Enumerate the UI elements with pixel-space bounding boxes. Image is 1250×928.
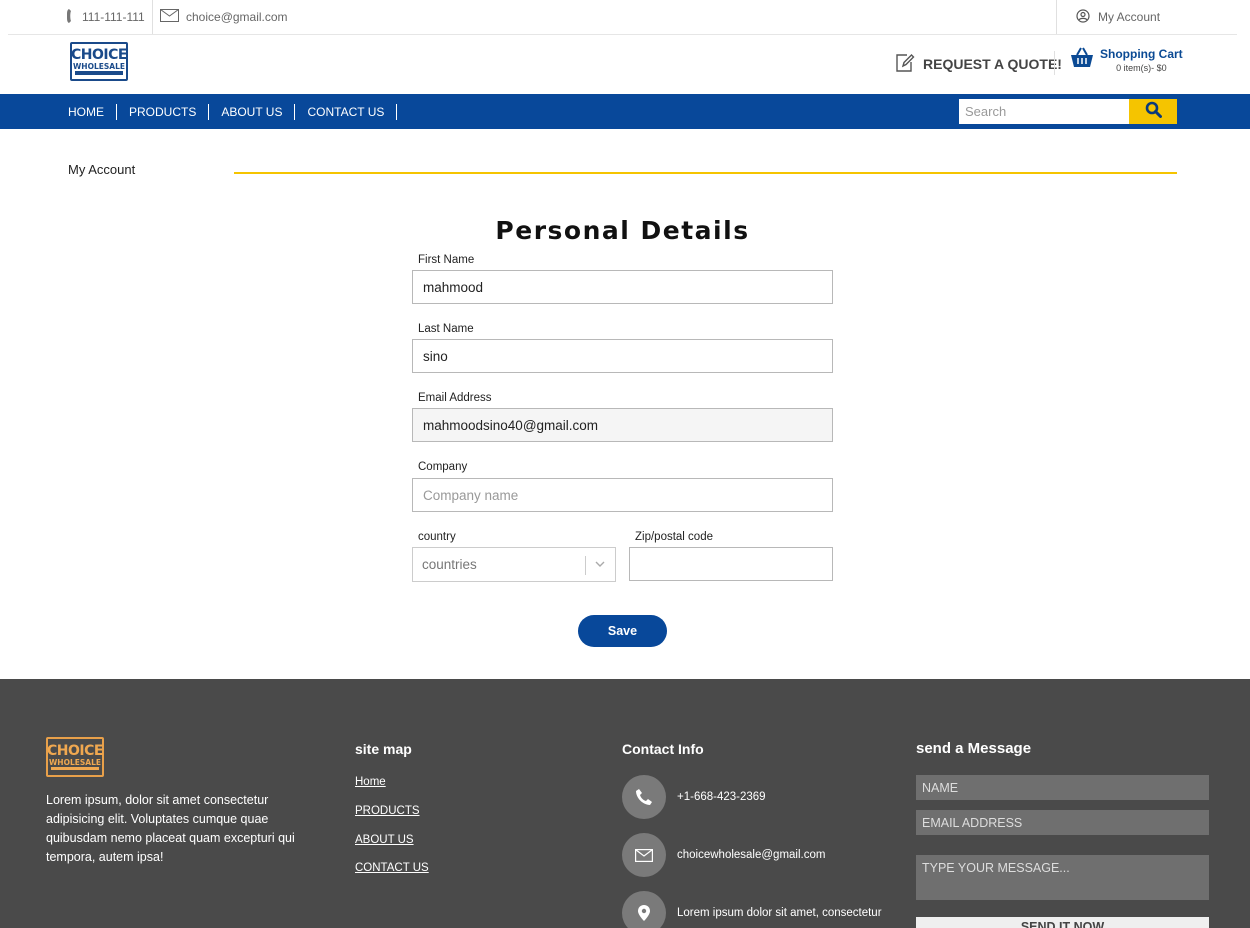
nav-home[interactable]: HOME — [68, 103, 117, 120]
top-bar: 111-111-111 choice@gmail.com My Account — [8, 0, 1237, 35]
send-message-heading: send a Message — [916, 740, 1032, 757]
footer: CHOICE WHOLESALE Lorem ipsum, dolor sit … — [0, 679, 1250, 928]
cart-summary: 0 item(s)- $0 — [1116, 63, 1167, 73]
zip-label: Zip/postal code — [635, 531, 713, 543]
logo-subtext: WHOLESALE — [73, 61, 125, 71]
breadcrumb: My Account — [68, 162, 136, 177]
phone-icon — [66, 8, 76, 27]
footer-logo-text: CHOICE — [47, 742, 103, 759]
last-name-field[interactable]: sino — [412, 339, 833, 373]
search-button[interactable] — [1129, 99, 1177, 124]
request-quote-label: REQUEST A QUOTE! — [923, 56, 1062, 72]
map-pin-icon — [622, 891, 666, 928]
first-name-label: First Name — [418, 254, 475, 266]
breadcrumb-divider — [234, 172, 1177, 174]
basket-icon — [1070, 47, 1094, 74]
request-quote-link[interactable]: REQUEST A QUOTE! — [895, 52, 1062, 76]
nav-products[interactable]: PRODUCTS — [117, 103, 210, 120]
my-account-link[interactable]: My Account — [1076, 0, 1160, 34]
site-logo[interactable]: CHOICE WHOLESALE — [70, 42, 128, 81]
topbar-email[interactable]: choice@gmail.com — [160, 0, 288, 34]
footer-about-text: Lorem ipsum, dolor sit amet consectetur … — [46, 793, 295, 864]
footer-link-products[interactable]: PRODUCTS — [355, 805, 420, 817]
chevron-down-icon — [594, 558, 606, 573]
divider — [1056, 0, 1057, 34]
footer-logo-subtext: WHOLESALE — [49, 757, 101, 767]
topbar-phone-text: 111-111-111 — [82, 10, 145, 24]
contact-info-heading: Contact Info — [622, 741, 704, 757]
search-input[interactable] — [959, 99, 1130, 124]
user-circle-icon — [1076, 8, 1090, 26]
search-icon — [1145, 101, 1162, 123]
nav-contact-us[interactable]: CONTACT US — [295, 103, 398, 120]
message-textarea[interactable]: TYPE YOUR MESSAGE... — [916, 855, 1209, 900]
country-select-value: countries — [422, 557, 477, 572]
sitemap-heading: site map — [355, 741, 412, 757]
page-title: Personal Details — [495, 216, 750, 245]
contact-phone[interactable]: +1-668-423-2369 — [622, 775, 766, 819]
edit-icon — [895, 53, 915, 76]
cart-title: Shopping Cart — [1100, 47, 1183, 61]
contact-phone-text: +1-668-423-2369 — [677, 791, 766, 803]
footer-link-contact-us[interactable]: CONTACT US — [355, 862, 429, 874]
contact-address-text: Lorem ipsum dolor sit amet, consectetur — [677, 907, 882, 919]
company-field[interactable]: Company name — [412, 478, 833, 512]
logo-tagline-bar — [75, 71, 123, 76]
email-input[interactable]: EMAIL ADDRESS — [916, 810, 1209, 835]
footer-link-home[interactable]: Home — [355, 776, 386, 788]
phone-icon — [622, 775, 666, 819]
main-nav: HOME PRODUCTS ABOUT US CONTACT US — [0, 94, 1250, 129]
select-divider — [585, 556, 586, 575]
last-name-label: Last Name — [418, 323, 474, 335]
footer-link-about-us[interactable]: ABOUT US — [355, 834, 414, 846]
email-label: Email Address — [418, 392, 492, 404]
first-name-field[interactable]: mahmood — [412, 270, 833, 304]
footer-logo[interactable]: CHOICE WHOLESALE — [46, 737, 104, 777]
footer-logo-tagline-bar — [51, 767, 99, 771]
topbar-email-text: choice@gmail.com — [186, 10, 288, 24]
name-input[interactable]: NAME — [916, 775, 1209, 800]
send-button[interactable]: SEND IT NOW — [916, 917, 1209, 928]
company-label: Company — [418, 461, 468, 473]
save-button[interactable]: Save — [578, 615, 667, 647]
contact-email-text: choicewholesale@gmail.com — [677, 849, 826, 861]
mail-icon — [622, 833, 666, 877]
divider — [152, 0, 153, 34]
divider — [1054, 51, 1055, 75]
logo-text: CHOICE — [71, 46, 127, 63]
shopping-cart[interactable]: Shopping Cart 0 item(s)- $0 — [1070, 47, 1183, 74]
my-account-label: My Account — [1098, 10, 1161, 24]
zip-field[interactable] — [629, 547, 833, 581]
country-label: country — [418, 531, 456, 543]
nav-about-us[interactable]: ABOUT US — [209, 103, 296, 120]
mail-icon — [160, 9, 179, 25]
contact-address: Lorem ipsum dolor sit amet, consectetur — [622, 891, 882, 928]
contact-email[interactable]: choicewholesale@gmail.com — [622, 833, 825, 877]
country-select[interactable]: countries — [412, 547, 616, 582]
topbar-phone[interactable]: 111-111-111 — [66, 0, 145, 34]
email-field[interactable]: mahmoodsino40@gmail.com — [412, 408, 833, 442]
